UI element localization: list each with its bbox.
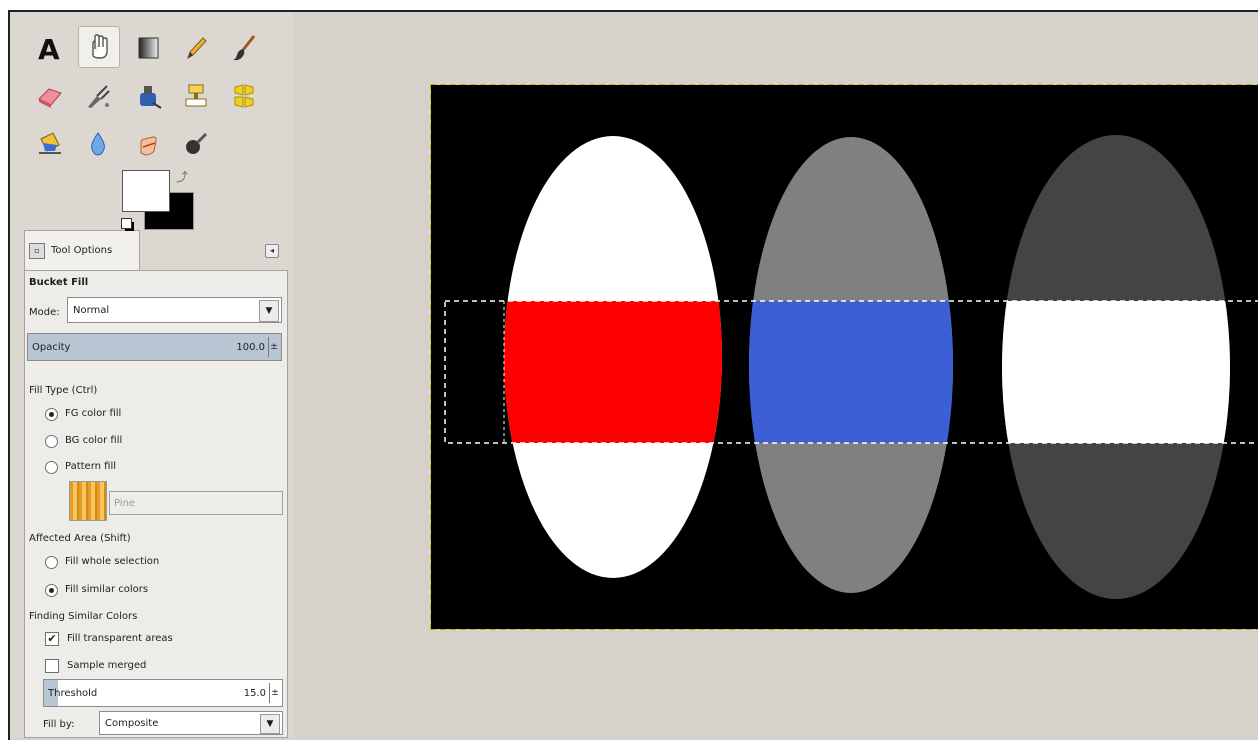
affected-area-label: Affected Area (Shift) bbox=[29, 533, 131, 544]
gimp-window: A ⤴ ▫ Tool Options ◂ Bucket Fill Mode: N… bbox=[8, 10, 1258, 740]
clone-tool[interactable] bbox=[176, 76, 216, 116]
image-drawing bbox=[431, 85, 1258, 629]
pattern-name-field[interactable]: Pine bbox=[109, 491, 283, 515]
radio-fill-whole-selection[interactable] bbox=[45, 556, 58, 569]
text-tool[interactable]: A bbox=[30, 28, 70, 68]
smudge-icon bbox=[140, 136, 157, 156]
smudge-tool[interactable] bbox=[128, 124, 168, 164]
sample-merged-label: Sample merged bbox=[67, 660, 147, 671]
blue-band bbox=[749, 301, 953, 443]
fill-by-dropdown[interactable]: Composite ▼ bbox=[99, 711, 283, 735]
perspective-clone-icon bbox=[234, 84, 254, 108]
radio-pattern-fill[interactable] bbox=[45, 461, 58, 474]
pattern-preview[interactable] bbox=[69, 481, 107, 521]
threshold-slider[interactable]: Threshold 15.0 ± bbox=[43, 679, 283, 707]
chevron-down-icon: ▼ bbox=[260, 714, 280, 734]
tool-name: Bucket Fill bbox=[29, 277, 89, 288]
clone-icon bbox=[185, 84, 207, 107]
opacity-value: 100.0 bbox=[236, 341, 265, 353]
eraser-icon bbox=[38, 88, 62, 108]
opacity-label: Opacity bbox=[32, 341, 71, 353]
svg-text:A: A bbox=[38, 33, 60, 63]
dodge-burn-icon bbox=[186, 132, 208, 154]
image-canvas[interactable] bbox=[430, 84, 1258, 630]
threshold-value: 15.0 bbox=[243, 687, 266, 699]
eraser-tool[interactable] bbox=[30, 76, 70, 116]
chevron-down-icon: ▼ bbox=[259, 300, 279, 322]
radio-bg-color-fill[interactable] bbox=[45, 435, 58, 448]
blend-icon bbox=[138, 37, 159, 59]
paintbrush-icon bbox=[233, 35, 256, 61]
mode-value: Normal bbox=[73, 304, 110, 316]
fill-similar-colors-label: Fill similar colors bbox=[65, 584, 149, 595]
mode-dropdown[interactable]: Normal ▼ bbox=[67, 297, 282, 323]
tool-options-panel: Bucket Fill Mode: Normal ▼ Opacity 100.0… bbox=[24, 270, 288, 738]
pencil-icon bbox=[187, 37, 207, 60]
dodge-burn-tool[interactable] bbox=[176, 124, 216, 164]
blur-icon bbox=[91, 132, 105, 156]
tool-options-icon: ▫ bbox=[29, 242, 45, 259]
opacity-slider[interactable]: Opacity 100.0 ± bbox=[27, 333, 282, 361]
white-band bbox=[1002, 301, 1230, 443]
image-canvas-area[interactable] bbox=[294, 12, 1258, 740]
heal-tool[interactable] bbox=[78, 26, 120, 68]
blend-tool[interactable] bbox=[128, 28, 168, 68]
tab-menu-icon[interactable]: ◂ bbox=[265, 244, 279, 258]
tab-label: Tool Options bbox=[51, 245, 113, 256]
perspective-clone-tool[interactable] bbox=[224, 76, 264, 116]
sample-merged-checkbox[interactable] bbox=[45, 659, 59, 673]
airbrush-tool[interactable] bbox=[78, 76, 118, 116]
foreground-color-swatch[interactable] bbox=[122, 170, 170, 212]
airbrush-icon bbox=[88, 85, 110, 108]
bg-color-fill-label: BG color fill bbox=[65, 435, 123, 446]
tab-tool-options[interactable]: ▫ Tool Options bbox=[24, 230, 140, 270]
bucket-fill-tool[interactable] bbox=[30, 124, 70, 164]
swap-colors-icon[interactable]: ⤴ bbox=[176, 168, 188, 185]
text-icon: A bbox=[38, 33, 60, 63]
fg-color-fill-label: FG color fill bbox=[65, 408, 122, 419]
fill-transparent-checkbox[interactable]: ✔ bbox=[45, 632, 59, 646]
red-band bbox=[504, 301, 722, 443]
fill-by-value: Composite bbox=[105, 717, 159, 729]
radio-fill-similar-colors[interactable] bbox=[45, 584, 58, 597]
radio-fg-color-fill[interactable] bbox=[45, 408, 58, 421]
threshold-spin-icon[interactable]: ± bbox=[269, 683, 280, 703]
paintbrush-tool[interactable] bbox=[224, 28, 264, 68]
fill-whole-selection-label: Fill whole selection bbox=[65, 556, 160, 567]
finding-similar-colors-label: Finding Similar Colors bbox=[29, 611, 138, 622]
mode-label: Mode: bbox=[29, 307, 60, 318]
pattern-fill-label: Pattern fill bbox=[65, 461, 117, 472]
bucket-icon bbox=[39, 132, 61, 154]
ink-tool[interactable] bbox=[128, 76, 168, 116]
threshold-label: Threshold bbox=[48, 687, 98, 699]
blur-tool[interactable] bbox=[78, 124, 118, 164]
pencil-tool[interactable] bbox=[176, 28, 216, 68]
fill-by-label: Fill by: bbox=[43, 719, 75, 730]
toolbox-panel: A ⤴ ▫ Tool Options ◂ Bucket Fill Mode: N… bbox=[10, 12, 295, 738]
fill-transparent-label: Fill transparent areas bbox=[67, 633, 173, 644]
fill-type-label: Fill Type (Ctrl) bbox=[29, 385, 98, 396]
opacity-spin-icon[interactable]: ± bbox=[268, 337, 279, 357]
default-colors-icon[interactable] bbox=[121, 218, 132, 229]
ink-icon bbox=[140, 86, 162, 109]
heal-icon bbox=[92, 34, 108, 59]
